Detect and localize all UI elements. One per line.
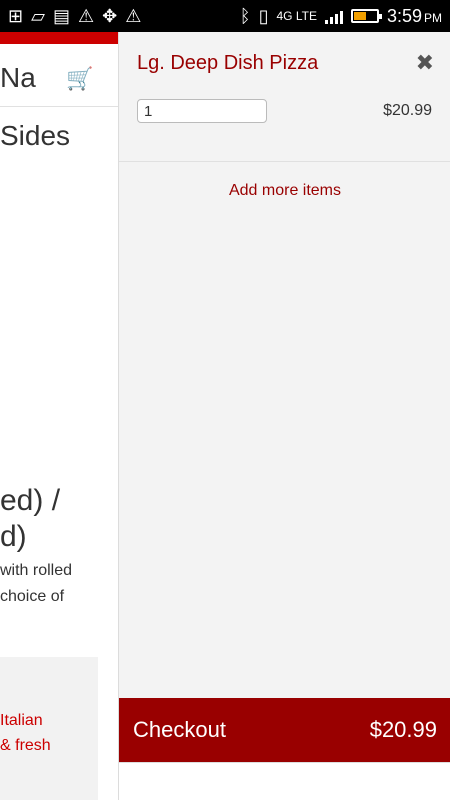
system-icons: ᛒ ▯ 4G LTE 3:59 PM (240, 0, 442, 32)
quantity-input[interactable] (137, 99, 267, 123)
cart-icon[interactable]: 🛒 (66, 66, 93, 92)
brand-stripe (0, 32, 118, 44)
menu-description-line1: with rolled (0, 562, 73, 579)
checkout-total: $20.99 (369, 717, 437, 742)
menu-heading-line2: d) (0, 520, 27, 553)
background-header: Na 🛒 (0, 44, 118, 107)
cart-item-name: Lg. Deep Dish Pizza (137, 52, 319, 74)
cart-item-price: $20.99 (383, 102, 432, 119)
category-sides[interactable]: Sides (0, 120, 70, 152)
warning-icon: ⚠ (125, 6, 142, 26)
checkout-button[interactable]: Checkout $20.99 (119, 698, 450, 762)
checkout-label: Checkout (133, 717, 226, 742)
notification-icons: ⊞ ▱ ▤ ⚠ ✥ ⚠ (8, 0, 141, 32)
clock: 3:59 PM (386, 5, 442, 26)
battery-icon (350, 9, 382, 23)
warning-icon: ⚠ (77, 6, 95, 26)
vibrate-icon: ▯ (258, 6, 269, 26)
restaurant-name-fragment: Na (0, 62, 36, 93)
close-icon[interactable]: ✖ (416, 50, 434, 76)
bluetooth-icon: ᛒ (239, 6, 251, 26)
network-type: 4G LTE (276, 9, 317, 23)
add-icon: ⊞ (8, 6, 24, 26)
divider (119, 161, 450, 162)
status-bar: ⊞ ▱ ▤ ⚠ ✥ ⚠ ᛒ ▯ 4G LTE 3:59 PM (0, 0, 450, 32)
dropbox-icon: ✥ (102, 6, 118, 26)
signal-icon (324, 8, 343, 24)
menu-heading-line1: ed) / (0, 484, 61, 517)
bottom-area (119, 762, 450, 801)
broken-image-icon: ▱ (31, 6, 45, 26)
promo-text-line2: & fresh (0, 737, 51, 754)
promo-text-line1: Italian (0, 712, 43, 729)
add-more-items-link[interactable]: Add more items (119, 182, 450, 200)
cart-panel: Lg. Deep Dish Pizza ✖ $20.99 Add more it… (118, 32, 450, 801)
picture-icon: ▤ (52, 6, 70, 26)
background-page: Na 🛒 Sides ed) / d) with rolled choice o… (0, 32, 118, 800)
menu-description-line2: choice of (0, 588, 65, 605)
